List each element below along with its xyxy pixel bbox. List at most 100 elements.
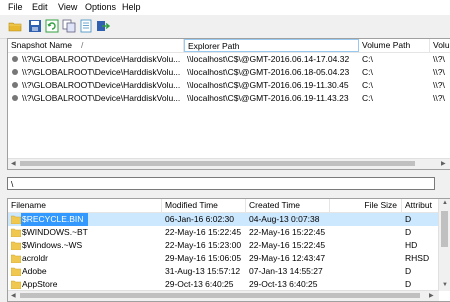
column-volume-2[interactable]: Volu (430, 39, 450, 52)
file-size (333, 239, 397, 252)
open-folder-icon[interactable] (8, 19, 22, 33)
menu-file[interactable]: File (8, 2, 23, 12)
snapshot-name: \\?\GLOBALROOT\Device\HarddiskVolu... (22, 67, 181, 77)
column-filename[interactable]: Filename (8, 199, 162, 212)
file-size (333, 265, 397, 278)
file-list[interactable]: Filename Modified Time Created Time File… (7, 198, 450, 302)
save-icon[interactable] (28, 19, 42, 33)
file-attributes: D (405, 266, 412, 276)
folder-icon (11, 215, 21, 224)
snapshot-radio-icon[interactable] (12, 69, 18, 75)
file-row[interactable]: $Windows.~WS 22-May-16 15:23:00 22-May-1… (8, 239, 439, 252)
scroll-right-icon[interactable]: ▶ (441, 160, 446, 167)
file-size (333, 226, 397, 239)
snapshot-name: \\?\GLOBALROOT\Device\HarddiskVolu... (22, 54, 181, 64)
file-modified: 22-May-16 15:23:00 (165, 240, 242, 250)
scrollbar-thumb[interactable] (20, 293, 420, 298)
file-row[interactable]: $WINDOWS.~BT 22-May-16 15:22:45 22-May-1… (8, 226, 439, 239)
file-created: 22-May-16 15:22:45 (249, 240, 326, 250)
toolbar (0, 16, 450, 39)
exit-icon[interactable] (96, 19, 110, 33)
folder-icon (11, 241, 21, 250)
scroll-left-icon[interactable]: ◀ (11, 292, 16, 299)
snapshot-row[interactable]: \\?\GLOBALROOT\Device\HarddiskVolu... \\… (8, 53, 450, 66)
file-name: acroldr (22, 253, 48, 263)
path-value: \ (11, 179, 14, 189)
snapshot-volume-path: C:\ (362, 67, 373, 77)
sort-indicator: / (81, 40, 84, 50)
snapshot-radio-icon[interactable] (12, 82, 18, 88)
file-attributes: HD (405, 240, 418, 250)
column-filename-label: Filename (11, 200, 46, 210)
snapshot-volume-path: C:\ (362, 54, 373, 64)
column-file-size[interactable]: File Size (330, 199, 402, 212)
snapshot-list-header: Snapshot Name / Explorer Path Volume Pat… (8, 39, 450, 53)
snapshot-explorer-path: \\localhost\C$\@GMT-2016.06.19-11.30.45 (187, 80, 349, 90)
snapshot-horizontal-scrollbar[interactable]: ◀ ▶ (8, 158, 450, 169)
column-explorer-path[interactable]: Explorer Path (184, 39, 359, 52)
snapshot-row[interactable]: \\?\GLOBALROOT\Device\HarddiskVolu... \\… (8, 92, 450, 105)
file-row[interactable]: Adobe 31-Aug-13 15:57:12 07-Jan-13 14:55… (8, 265, 439, 278)
file-modified: 31-Aug-13 15:57:12 (165, 266, 241, 276)
scroll-right-icon[interactable]: ▶ (429, 292, 434, 299)
file-attributes: RHSD (405, 253, 430, 263)
snapshot-row[interactable]: \\?\GLOBALROOT\Device\HarddiskVolu... \\… (8, 66, 450, 79)
file-vertical-scrollbar[interactable]: ▲ ▼ (438, 199, 450, 291)
file-modified: 22-May-16 15:22:45 (165, 227, 242, 237)
folder-icon (11, 267, 21, 276)
file-row[interactable]: $RECYCLE.BIN 06-Jan-16 6:02:30 04-Aug-13… (8, 213, 439, 226)
snapshot-name: \\?\GLOBALROOT\Device\HarddiskVolu... (22, 80, 181, 90)
menu-bar: File Edit View Options Help (0, 0, 450, 16)
file-created: 04-Aug-13 0:07:38 (249, 214, 320, 224)
file-created: 07-Jan-13 14:55:27 (249, 266, 323, 276)
snapshot-volume-path: C:\ (362, 93, 373, 103)
copy-icon[interactable] (62, 19, 76, 33)
column-snapshot-name-label: Snapshot Name (11, 40, 72, 50)
folder-icon (11, 228, 21, 237)
snapshot-explorer-path: \\localhost\C$\@GMT-2016.06.14-17.04.32 (187, 54, 350, 64)
properties-icon[interactable] (79, 19, 93, 33)
file-name: Adobe (22, 266, 47, 276)
file-name: $Windows.~WS (22, 240, 83, 250)
file-name: $RECYCLE.BIN (21, 213, 88, 226)
file-modified: 06-Jan-16 6:02:30 (165, 214, 234, 224)
refresh-icon[interactable] (45, 19, 59, 33)
snapshot-volume-path: C:\ (362, 80, 373, 90)
snapshot-radio-icon[interactable] (12, 95, 18, 101)
file-attributes: D (405, 227, 412, 237)
scroll-up-icon[interactable]: ▲ (442, 200, 448, 206)
snapshot-volume-2: \\?\ (433, 93, 445, 103)
file-horizontal-scrollbar[interactable]: ◀ ▶ (8, 290, 439, 301)
menu-options[interactable]: Options (85, 2, 116, 12)
snapshot-list[interactable]: Snapshot Name / Explorer Path Volume Pat… (7, 38, 450, 170)
file-name: $WINDOWS.~BT (22, 227, 88, 237)
file-row[interactable]: acroldr 29-May-16 15:06:05 29-May-16 12:… (8, 252, 439, 265)
snapshot-volume-2: \\?\ (433, 67, 445, 77)
folder-icon (11, 280, 21, 289)
snapshot-explorer-path: \\localhost\C$\@GMT-2016.06.19-11.43.23 (187, 93, 349, 103)
snapshot-volume-2: \\?\ (433, 54, 445, 64)
snapshot-radio-icon[interactable] (12, 56, 18, 62)
file-list-header: Filename Modified Time Created Time File… (8, 199, 450, 213)
file-created: 29-May-16 12:43:47 (249, 253, 326, 263)
column-volume-path[interactable]: Volume Path (359, 39, 430, 52)
file-attributes: D (405, 214, 412, 224)
folder-icon (11, 254, 21, 263)
menu-help[interactable]: Help (122, 2, 141, 12)
scrollbar-thumb[interactable] (20, 161, 415, 166)
menu-view[interactable]: View (58, 2, 77, 12)
column-snapshot-name[interactable]: Snapshot Name / (8, 39, 184, 52)
scrollbar-thumb[interactable] (441, 211, 448, 247)
scroll-left-icon[interactable]: ◀ (11, 160, 16, 167)
column-modified-time[interactable]: Modified Time (162, 199, 246, 212)
path-field[interactable]: \ (7, 177, 435, 190)
column-created-time[interactable]: Created Time (246, 199, 330, 212)
file-size (333, 213, 397, 226)
snapshot-volume-2: \\?\ (433, 80, 445, 90)
column-attributes[interactable]: Attribut (402, 199, 439, 212)
snapshot-row[interactable]: \\?\GLOBALROOT\Device\HarddiskVolu... \\… (8, 79, 450, 92)
file-size (333, 252, 397, 265)
snapshot-explorer-path: \\localhost\C$\@GMT-2016.06.18-05.04.23 (187, 67, 350, 77)
menu-edit[interactable]: Edit (32, 2, 48, 12)
scroll-down-icon[interactable]: ▼ (442, 282, 448, 288)
